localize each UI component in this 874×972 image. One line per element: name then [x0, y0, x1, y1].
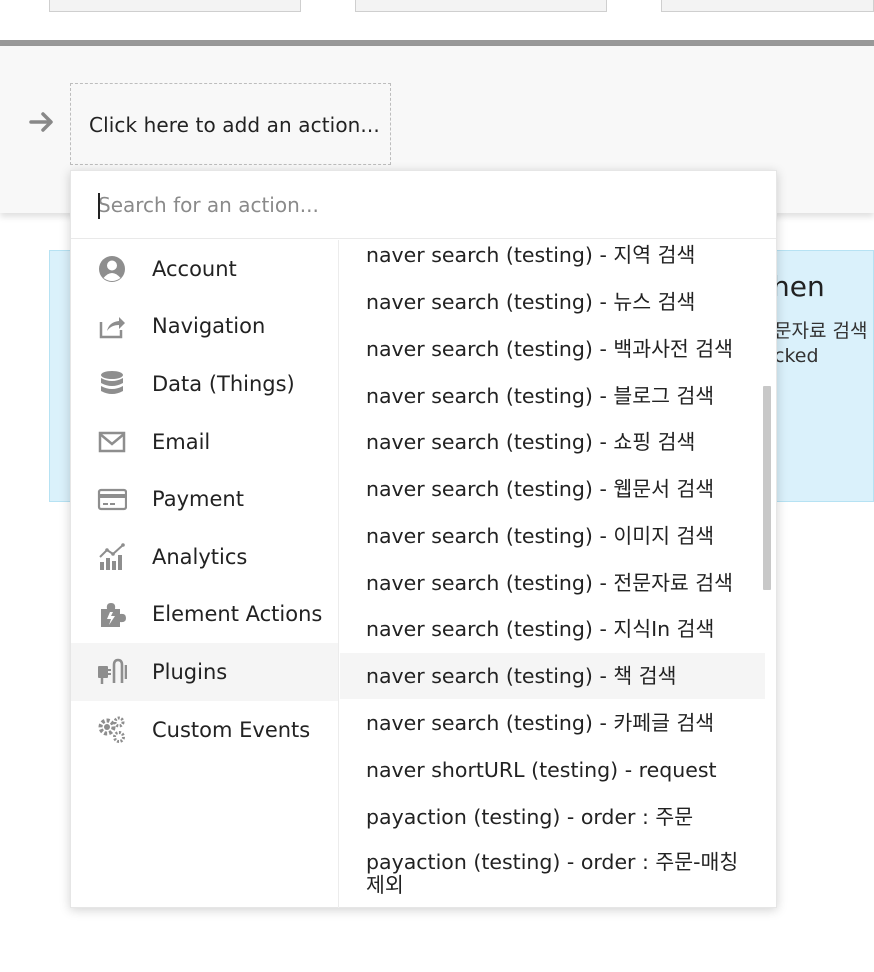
- action-item[interactable]: naver search (testing) - 블로그 검색: [340, 373, 765, 419]
- text-cursor: [98, 193, 100, 219]
- action-item[interactable]: naver search (testing) - 지역 검색: [340, 240, 765, 278]
- action-picker-dropdown: Account Navigation Data (Things) Email: [70, 170, 777, 908]
- gears-icon: [98, 716, 125, 743]
- category-label: Element Actions: [152, 602, 323, 626]
- category-plugins[interactable]: Plugins: [71, 643, 338, 701]
- category-data-things[interactable]: Data (Things): [71, 355, 338, 413]
- action-list-scrollbar[interactable]: [763, 386, 771, 590]
- category-element-actions[interactable]: Element Actions: [71, 585, 338, 643]
- category-label: Account: [152, 257, 237, 281]
- user-icon: [99, 256, 125, 282]
- category-label: Custom Events: [152, 718, 311, 742]
- action-item[interactable]: naver shortURL (testing) - request: [340, 747, 765, 793]
- share-icon: [99, 317, 125, 339]
- action-item[interactable]: naver search (testing) - 웹문서 검색: [340, 466, 765, 512]
- category-payment[interactable]: Payment: [71, 470, 338, 528]
- action-item[interactable]: naver search (testing) - 백과사전 검색: [340, 326, 765, 372]
- category-navigation[interactable]: Navigation: [71, 297, 338, 355]
- envelope-icon: [98, 431, 126, 453]
- top-tab-1[interactable]: [49, 0, 301, 12]
- action-item[interactable]: naver search (testing) - 이미지 검색: [340, 513, 765, 559]
- arrow-right-icon: [29, 112, 53, 132]
- category-analytics[interactable]: Analytics: [71, 528, 338, 586]
- action-item[interactable]: naver search (testing) - 뉴스 검색: [340, 279, 765, 325]
- category-custom-events[interactable]: Custom Events: [71, 701, 338, 759]
- action-item[interactable]: naver search (testing) - 카페글 검색: [340, 700, 765, 746]
- panel-text: 문자료 검색: [774, 320, 868, 342]
- category-list: Account Navigation Data (Things) Email P…: [71, 240, 339, 908]
- top-tab-2[interactable]: [355, 0, 607, 12]
- database-icon: [101, 371, 123, 394]
- action-item-hovered[interactable]: naver search (testing) - 책 검색: [340, 653, 765, 699]
- panel-title: hen: [772, 270, 825, 303]
- action-search-input[interactable]: [71, 171, 776, 239]
- puzzle-icon: [101, 603, 126, 627]
- top-tab-3[interactable]: [661, 0, 874, 12]
- chart-icon: [99, 543, 125, 570]
- action-item[interactable]: payaction (testing) - order : 주문-매칭제외: [340, 851, 750, 908]
- category-account[interactable]: Account: [71, 240, 338, 298]
- credit-card-icon: [97, 488, 127, 511]
- panel-text: cked: [774, 345, 819, 367]
- plug-icon: [98, 658, 127, 684]
- category-label: Email: [152, 430, 211, 454]
- category-label: Analytics: [152, 545, 248, 569]
- category-email[interactable]: Email: [71, 413, 338, 471]
- action-item[interactable]: payaction (testing) - order : 주문: [340, 794, 765, 840]
- add-action-button[interactable]: Click here to add an action...: [70, 83, 391, 165]
- category-label: Navigation: [152, 314, 266, 338]
- category-label: Data (Things): [152, 372, 295, 396]
- action-list: naver search (testing) - 지역 검색 naver sea…: [340, 240, 776, 908]
- action-item[interactable]: naver search (testing) - 쇼핑 검색: [340, 419, 765, 465]
- category-label: Payment: [152, 487, 244, 511]
- category-label: Plugins: [152, 660, 228, 684]
- action-item[interactable]: naver search (testing) - 전문자료 검색: [340, 560, 765, 606]
- action-item[interactable]: naver search (testing) - 지식In 검색: [340, 606, 765, 652]
